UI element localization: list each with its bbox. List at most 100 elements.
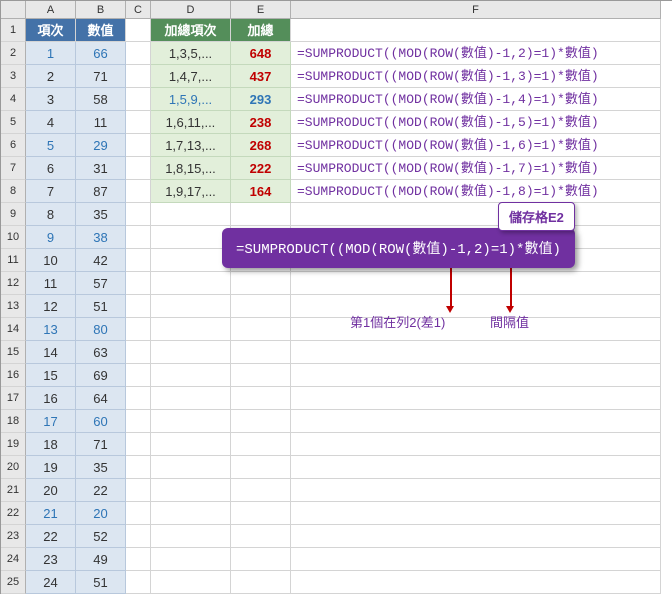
cell-b[interactable]: 60 (76, 410, 126, 433)
cell[interactable] (291, 387, 661, 410)
cell-d[interactable]: 1,8,15,... (151, 157, 231, 180)
cell-formula[interactable]: =SUMPRODUCT((MOD(ROW(數值)-1,6)=1)*數值) (291, 134, 661, 157)
cell[interactable] (231, 387, 291, 410)
cell-formula[interactable]: =SUMPRODUCT((MOD(ROW(數值)-1,5)=1)*數值) (291, 111, 661, 134)
cell[interactable] (126, 19, 151, 42)
cell-b[interactable]: 57 (76, 272, 126, 295)
row-header[interactable]: 12 (1, 272, 26, 295)
row-header[interactable]: 6 (1, 134, 26, 157)
cell-b[interactable]: 80 (76, 318, 126, 341)
cell-d[interactable]: 1,5,9,... (151, 88, 231, 111)
cell[interactable] (231, 318, 291, 341)
cell-b[interactable]: 31 (76, 157, 126, 180)
cell[interactable] (231, 410, 291, 433)
cell-b[interactable]: 69 (76, 364, 126, 387)
cell-e[interactable]: 268 (231, 134, 291, 157)
cell-a[interactable]: 10 (26, 249, 76, 272)
cell-a[interactable]: 15 (26, 364, 76, 387)
cell-a[interactable]: 6 (26, 157, 76, 180)
cell-a[interactable]: 8 (26, 203, 76, 226)
col-header[interactable]: A (26, 1, 76, 19)
cell[interactable] (291, 456, 661, 479)
cell[interactable] (126, 157, 151, 180)
cell[interactable] (126, 502, 151, 525)
cell[interactable] (126, 364, 151, 387)
cell-b[interactable]: 38 (76, 226, 126, 249)
cell[interactable] (151, 548, 231, 571)
row-header[interactable]: 15 (1, 341, 26, 364)
cell-b[interactable]: 35 (76, 203, 126, 226)
cell[interactable] (126, 387, 151, 410)
cell-d[interactable]: 1,7,13,... (151, 134, 231, 157)
cell[interactable] (126, 65, 151, 88)
cell[interactable] (291, 341, 661, 364)
cell[interactable] (291, 433, 661, 456)
cell[interactable] (291, 525, 661, 548)
cell-formula[interactable]: =SUMPRODUCT((MOD(ROW(數值)-1,8)=1)*數值) (291, 180, 661, 203)
cell[interactable] (231, 525, 291, 548)
cell-b[interactable]: 58 (76, 88, 126, 111)
cell[interactable] (151, 226, 231, 249)
cell-b[interactable]: 22 (76, 479, 126, 502)
cell-a[interactable]: 5 (26, 134, 76, 157)
cell-a[interactable]: 18 (26, 433, 76, 456)
cell[interactable] (126, 226, 151, 249)
cell[interactable] (231, 479, 291, 502)
cell-formula[interactable]: =SUMPRODUCT((MOD(ROW(數值)-1,2)=1)*數值) (291, 42, 661, 65)
cell[interactable] (151, 502, 231, 525)
cell[interactable] (231, 295, 291, 318)
row-header[interactable]: 21 (1, 479, 26, 502)
row-header[interactable]: 22 (1, 502, 26, 525)
cell[interactable] (126, 42, 151, 65)
cell-e[interactable]: 437 (231, 65, 291, 88)
cell-b[interactable]: 71 (76, 433, 126, 456)
cell[interactable] (231, 548, 291, 571)
cell[interactable] (231, 341, 291, 364)
cell-formula[interactable]: =SUMPRODUCT((MOD(ROW(數值)-1,7)=1)*數值) (291, 157, 661, 180)
cell-b[interactable]: 35 (76, 456, 126, 479)
row-header[interactable]: 18 (1, 410, 26, 433)
cell-b[interactable]: 52 (76, 525, 126, 548)
cell[interactable] (231, 433, 291, 456)
cell[interactable] (126, 571, 151, 594)
cell-a[interactable]: 12 (26, 295, 76, 318)
cell-a[interactable]: 17 (26, 410, 76, 433)
cell-b[interactable]: 87 (76, 180, 126, 203)
cell[interactable] (126, 456, 151, 479)
cell[interactable] (291, 318, 661, 341)
cell[interactable] (291, 502, 661, 525)
row-header[interactable]: 2 (1, 42, 26, 65)
cell-a[interactable]: 19 (26, 456, 76, 479)
cell[interactable] (231, 364, 291, 387)
cell[interactable] (291, 548, 661, 571)
cell[interactable] (291, 410, 661, 433)
cell[interactable] (291, 295, 661, 318)
cell-e[interactable]: 238 (231, 111, 291, 134)
cell[interactable] (151, 295, 231, 318)
cell-d[interactable]: 1,9,17,... (151, 180, 231, 203)
row-header[interactable]: 20 (1, 456, 26, 479)
cell-a[interactable]: 16 (26, 387, 76, 410)
cell-d[interactable]: 1,6,11,... (151, 111, 231, 134)
cell-e[interactable]: 222 (231, 157, 291, 180)
cell-b[interactable]: 64 (76, 387, 126, 410)
cell-formula[interactable]: =SUMPRODUCT((MOD(ROW(數值)-1,4)=1)*數值) (291, 88, 661, 111)
row-header[interactable]: 9 (1, 203, 26, 226)
cell-e[interactable]: 293 (231, 88, 291, 111)
cell[interactable] (126, 111, 151, 134)
cell[interactable] (291, 364, 661, 387)
row-header[interactable]: 24 (1, 548, 26, 571)
cell-a[interactable]: 11 (26, 272, 76, 295)
cell-a[interactable]: 21 (26, 502, 76, 525)
row-header[interactable]: 8 (1, 180, 26, 203)
cell[interactable] (151, 479, 231, 502)
cell-e[interactable]: 164 (231, 180, 291, 203)
cell-formula[interactable]: =SUMPRODUCT((MOD(ROW(數值)-1,3)=1)*數值) (291, 65, 661, 88)
cell[interactable] (151, 525, 231, 548)
cell[interactable] (126, 180, 151, 203)
cell[interactable] (126, 272, 151, 295)
cell[interactable] (291, 479, 661, 502)
cell[interactable] (151, 364, 231, 387)
cell[interactable] (291, 203, 661, 226)
cell[interactable] (126, 433, 151, 456)
